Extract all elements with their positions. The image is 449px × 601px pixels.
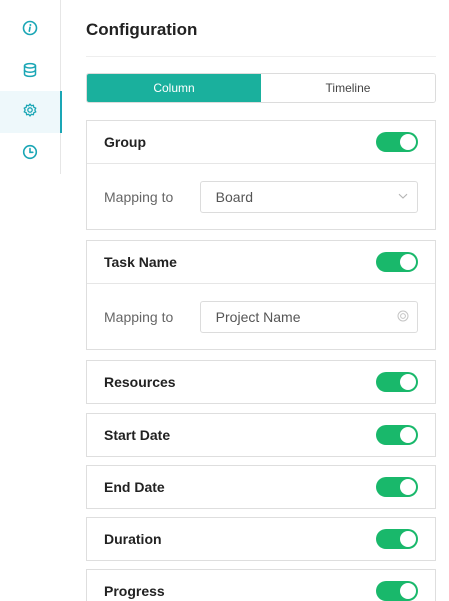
- field-toggle[interactable]: [376, 252, 418, 272]
- icon-rail: [0, 0, 62, 175]
- gear-icon: [22, 102, 38, 123]
- field-label: Group: [104, 134, 146, 150]
- field-card-resources: Resources: [86, 360, 436, 404]
- field-header: Group: [87, 121, 435, 163]
- field-header: Start Date: [87, 414, 435, 456]
- field-header: Duration: [87, 518, 435, 560]
- toggle-knob: [400, 531, 416, 547]
- field-header: Resources: [87, 361, 435, 403]
- divider: [86, 56, 436, 57]
- rail-item-data[interactable]: [0, 51, 60, 93]
- field-label: Duration: [104, 531, 162, 547]
- mapping-row: Mapping to Board: [87, 163, 435, 229]
- field-label: Resources: [104, 374, 176, 390]
- toggle-knob: [400, 479, 416, 495]
- info-icon: [22, 20, 38, 41]
- clock-icon: [22, 144, 38, 165]
- app: Configuration Column Timeline Group Mapp…: [0, 0, 449, 601]
- rail-item-settings[interactable]: [0, 91, 62, 133]
- mapping-row: Mapping to Project Name: [87, 283, 435, 349]
- field-label: Task Name: [104, 254, 177, 270]
- field-label: End Date: [104, 479, 165, 495]
- field-card-task-name: Task Name Mapping to Project Name: [86, 240, 436, 350]
- field-toggle[interactable]: [376, 581, 418, 601]
- field-toggle[interactable]: [376, 425, 418, 445]
- toggle-knob: [400, 374, 416, 390]
- tab-column[interactable]: Column: [87, 74, 261, 102]
- toggle-knob: [400, 583, 416, 599]
- field-toggle[interactable]: [376, 372, 418, 392]
- mapping-label: Mapping to: [104, 188, 174, 205]
- field-header: End Date: [87, 466, 435, 508]
- mapping-value: Project Name: [215, 308, 301, 325]
- field-toggle[interactable]: [376, 132, 418, 152]
- field-label: Start Date: [104, 427, 171, 443]
- mapping-value: Board: [215, 188, 254, 205]
- field-card-group: Group Mapping to Board: [86, 120, 436, 230]
- field-card-progress: Progress: [86, 569, 436, 601]
- field-label: Progress: [104, 583, 165, 599]
- mapping-select[interactable]: Project Name: [199, 300, 418, 333]
- field-header: Task Name: [87, 241, 435, 283]
- database-icon: [22, 62, 38, 83]
- field-toggle[interactable]: [376, 477, 418, 497]
- rail-item-info[interactable]: [0, 9, 60, 51]
- field-card-end-date: End Date: [86, 465, 436, 509]
- toggle-knob: [400, 254, 416, 270]
- field-card-duration: Duration: [86, 517, 436, 561]
- page-title: Configuration: [86, 20, 198, 39]
- field-header: Progress: [87, 570, 435, 601]
- toggle-knob: [400, 134, 416, 150]
- clear-icon[interactable]: [397, 309, 409, 325]
- mapping-select[interactable]: Board: [199, 180, 418, 213]
- field-card-start-date: Start Date: [86, 413, 436, 457]
- view-tabs: Column Timeline: [86, 73, 436, 103]
- field-toggle[interactable]: [376, 529, 418, 549]
- toggle-knob: [400, 427, 416, 443]
- chevron-down-icon: [397, 189, 409, 205]
- tab-timeline[interactable]: Timeline: [261, 74, 435, 102]
- rail-item-history[interactable]: [0, 133, 60, 175]
- mapping-label: Mapping to: [104, 308, 174, 325]
